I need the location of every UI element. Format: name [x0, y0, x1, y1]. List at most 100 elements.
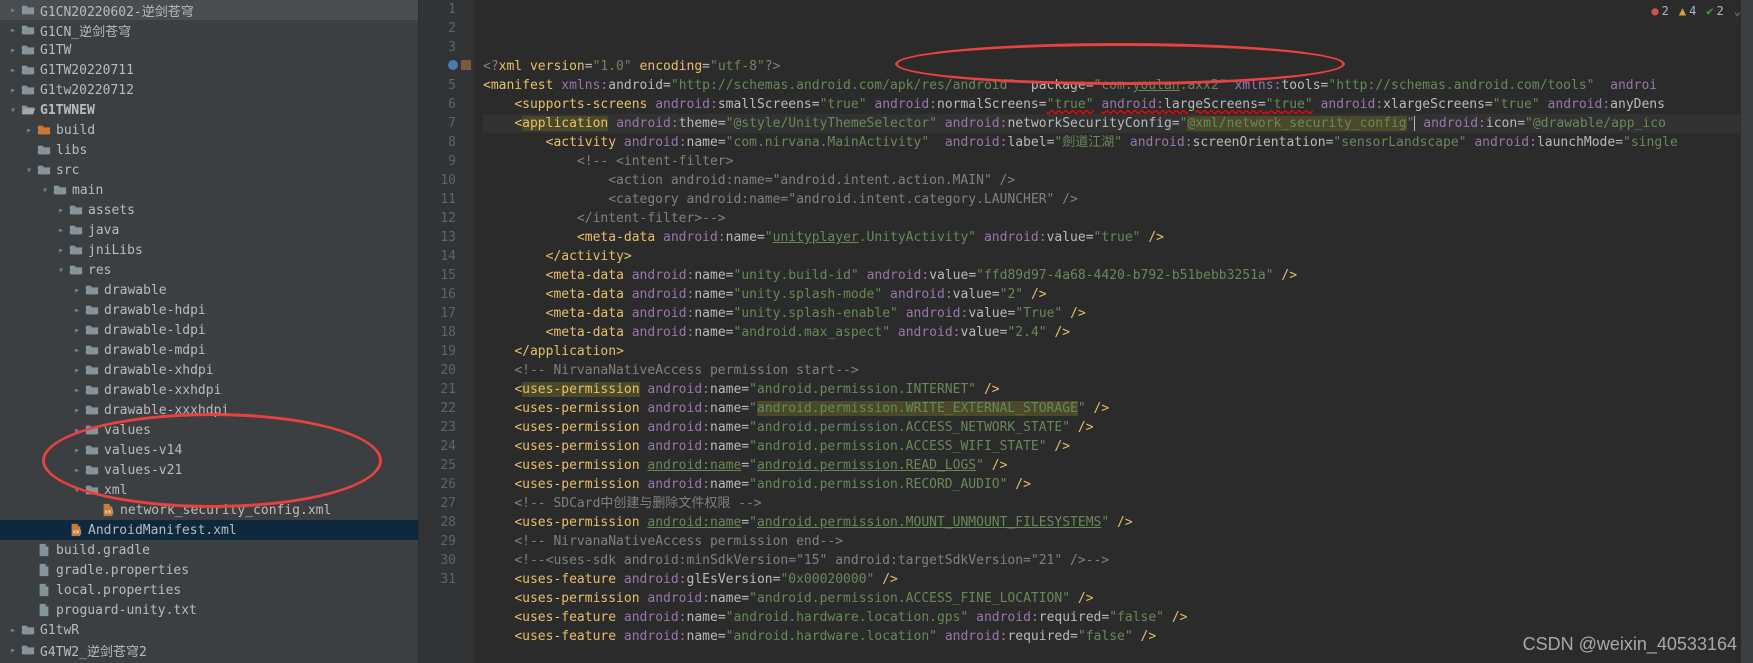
tree-item[interactable]: proguard-unity.txt	[0, 600, 418, 620]
tree-item[interactable]: ▸drawable-ldpi	[0, 320, 418, 340]
chevron-icon[interactable]: ▸	[70, 445, 84, 456]
chevron-icon[interactable]: ▸	[6, 25, 20, 36]
chevron-icon[interactable]: ▸	[70, 465, 84, 476]
chevron-icon[interactable]: ▸	[70, 385, 84, 396]
code-line[interactable]: <!-- NirvanaNativeAccess permission end-…	[483, 532, 1753, 551]
tree-label: local.properties	[56, 583, 181, 598]
code-line[interactable]: <manifest xmlns:android="http://schemas.…	[483, 76, 1753, 95]
code-line[interactable]: <uses-permission android:name="android.p…	[483, 475, 1753, 494]
tree-label: AndroidManifest.xml	[88, 523, 237, 538]
chevron-icon[interactable]: ▾	[70, 485, 84, 496]
code-line[interactable]: <?xml version="1.0" encoding="utf-8"?>	[483, 57, 1753, 76]
tree-item[interactable]: ▸drawable-xxxhdpi	[0, 400, 418, 420]
code-line[interactable]: <uses-permission android:name="android.p…	[483, 437, 1753, 456]
chevron-icon[interactable]: ▸	[54, 245, 68, 256]
status-weak[interactable]: ✔2	[1706, 4, 1723, 18]
code-line[interactable]: <category android:name="android.intent.c…	[483, 190, 1753, 209]
tree-item[interactable]: ▸G1tw20220712	[0, 80, 418, 100]
code-area[interactable]: <?xml version="1.0" encoding="utf-8"?><m…	[475, 0, 1753, 663]
code-line[interactable]: <uses-permission android:name="android.p…	[483, 399, 1753, 418]
tree-item[interactable]: ▾G1TWNEW	[0, 100, 418, 120]
tree-item[interactable]: ▸G1TW	[0, 40, 418, 60]
code-line[interactable]: <meta-data android:name="android.max_asp…	[483, 323, 1753, 342]
tree-item[interactable]: ▸G1TW20220711	[0, 60, 418, 80]
code-line[interactable]: <application android:theme="@style/Unity…	[483, 114, 1753, 133]
chevron-icon[interactable]: ▸	[6, 625, 20, 636]
chevron-icon[interactable]: ▸	[70, 345, 84, 356]
code-line[interactable]: <uses-permission android:name="android.p…	[483, 513, 1753, 532]
chevron-icon[interactable]: ▾	[38, 185, 52, 196]
tree-item[interactable]: ▸G1twR	[0, 620, 418, 640]
tree-item[interactable]: ▸G1CN_逆剑苍穹	[0, 20, 418, 40]
code-line[interactable]: <uses-permission android:name="android.p…	[483, 380, 1753, 399]
chevron-icon[interactable]: ▸	[70, 365, 84, 376]
tree-item[interactable]: ▸G1CN20220602-逆剑苍穹	[0, 0, 418, 20]
tree-item[interactable]: ▸jniLibs	[0, 240, 418, 260]
tree-item[interactable]: ▸ G4TW2_逆剑苍穹2	[0, 640, 418, 660]
code-line[interactable]: <meta-data android:name="unityplayer.Uni…	[483, 228, 1753, 247]
chevron-icon[interactable]: ▸	[70, 285, 84, 296]
code-line[interactable]: <supports-screens android:smallScreens="…	[483, 95, 1753, 114]
tree-item[interactable]: local.properties	[0, 580, 418, 600]
tree-item[interactable]: ▸values-v14	[0, 440, 418, 460]
chevron-icon[interactable]: ▸	[6, 45, 20, 56]
chevron-icon[interactable]: ▸	[22, 125, 36, 136]
chevron-icon[interactable]: ▸	[70, 325, 84, 336]
code-line[interactable]: <uses-permission android:name="android.p…	[483, 456, 1753, 475]
chevron-icon[interactable]: ▸	[70, 305, 84, 316]
project-tree[interactable]: ▸G1CN20220602-逆剑苍穹▸G1CN_逆剑苍穹▸G1TW▸G1TW20…	[0, 0, 419, 663]
tree-item[interactable]: ▸drawable	[0, 280, 418, 300]
code-line[interactable]: <uses-permission android:name="android.p…	[483, 418, 1753, 437]
tree-item[interactable]: ▾main	[0, 180, 418, 200]
scrollbar[interactable]	[1741, 0, 1753, 663]
tree-item[interactable]: ▸drawable-xhdpi	[0, 360, 418, 380]
tree-item[interactable]: ▸build	[0, 120, 418, 140]
tree-item[interactable]: ▸values	[0, 420, 418, 440]
tree-item[interactable]: gradle.properties	[0, 560, 418, 580]
tree-item[interactable]: ▾src	[0, 160, 418, 180]
tree-item[interactable]: build.gradle	[0, 540, 418, 560]
code-line[interactable]: </intent-filter>-->	[483, 209, 1753, 228]
chevron-icon[interactable]: ▸	[6, 85, 20, 96]
tree-label: G4TW2_逆剑苍穹2	[40, 641, 147, 660]
chevron-icon[interactable]: ▾	[54, 265, 68, 276]
code-line[interactable]: <activity android:name="com.nirvana.Main…	[483, 133, 1753, 152]
code-line[interactable]: <meta-data android:name="unity.splash-mo…	[483, 285, 1753, 304]
code-line[interactable]: <action android:name="android.intent.act…	[483, 171, 1753, 190]
chevron-icon[interactable]: ▸	[54, 225, 68, 236]
tree-item[interactable]: ▸java	[0, 220, 418, 240]
chevron-down-icon[interactable]: ⌄	[1734, 4, 1741, 18]
chevron-icon[interactable]: ▾	[22, 165, 36, 176]
tree-item[interactable]: xmlnetwork_security_config.xml	[0, 500, 418, 520]
tree-item[interactable]: libs	[0, 140, 418, 160]
code-line[interactable]: </activity>	[483, 247, 1753, 266]
tree-item[interactable]: ▾res	[0, 260, 418, 280]
tree-item[interactable]: ▸drawable-mdpi	[0, 340, 418, 360]
chevron-icon[interactable]: ▸	[70, 425, 84, 436]
tree-item[interactable]: ▸assets	[0, 200, 418, 220]
status-errors[interactable]: ●2	[1651, 4, 1668, 18]
code-line[interactable]: <meta-data android:name="unity.splash-en…	[483, 304, 1753, 323]
code-line[interactable]: <!-- <intent-filter>	[483, 152, 1753, 171]
code-line[interactable]: <uses-feature android:name="android.hard…	[483, 608, 1753, 627]
tree-item[interactable]: xmlAndroidManifest.xml	[0, 520, 418, 540]
status-warnings[interactable]: ▲4	[1679, 4, 1696, 18]
chevron-icon[interactable]: ▸	[70, 405, 84, 416]
code-line[interactable]: <!--<uses-sdk android:minSdkVersion="15"…	[483, 551, 1753, 570]
code-line[interactable]: </application>	[483, 342, 1753, 361]
tree-item[interactable]: ▸values-v21	[0, 460, 418, 480]
tree-item[interactable]: ▸drawable-hdpi	[0, 300, 418, 320]
chevron-icon[interactable]: ▸	[6, 5, 20, 16]
chevron-icon[interactable]: ▾	[6, 105, 20, 116]
code-line[interactable]: <!-- SDCard中创建与删除文件权限 -->	[483, 494, 1753, 513]
code-editor[interactable]: 1234567891011121314151617181920212223242…	[419, 0, 1753, 663]
code-line[interactable]: <uses-permission android:name="android.p…	[483, 589, 1753, 608]
chevron-icon[interactable]: ▸	[6, 645, 20, 656]
tree-item[interactable]: ▾xml	[0, 480, 418, 500]
tree-item[interactable]: ▸drawable-xxhdpi	[0, 380, 418, 400]
code-line[interactable]: <uses-feature android:glEsVersion="0x000…	[483, 570, 1753, 589]
code-line[interactable]: <meta-data android:name="unity.build-id"…	[483, 266, 1753, 285]
chevron-icon[interactable]: ▸	[6, 65, 20, 76]
code-line[interactable]: <!-- NirvanaNativeAccess permission star…	[483, 361, 1753, 380]
chevron-icon[interactable]: ▸	[54, 205, 68, 216]
